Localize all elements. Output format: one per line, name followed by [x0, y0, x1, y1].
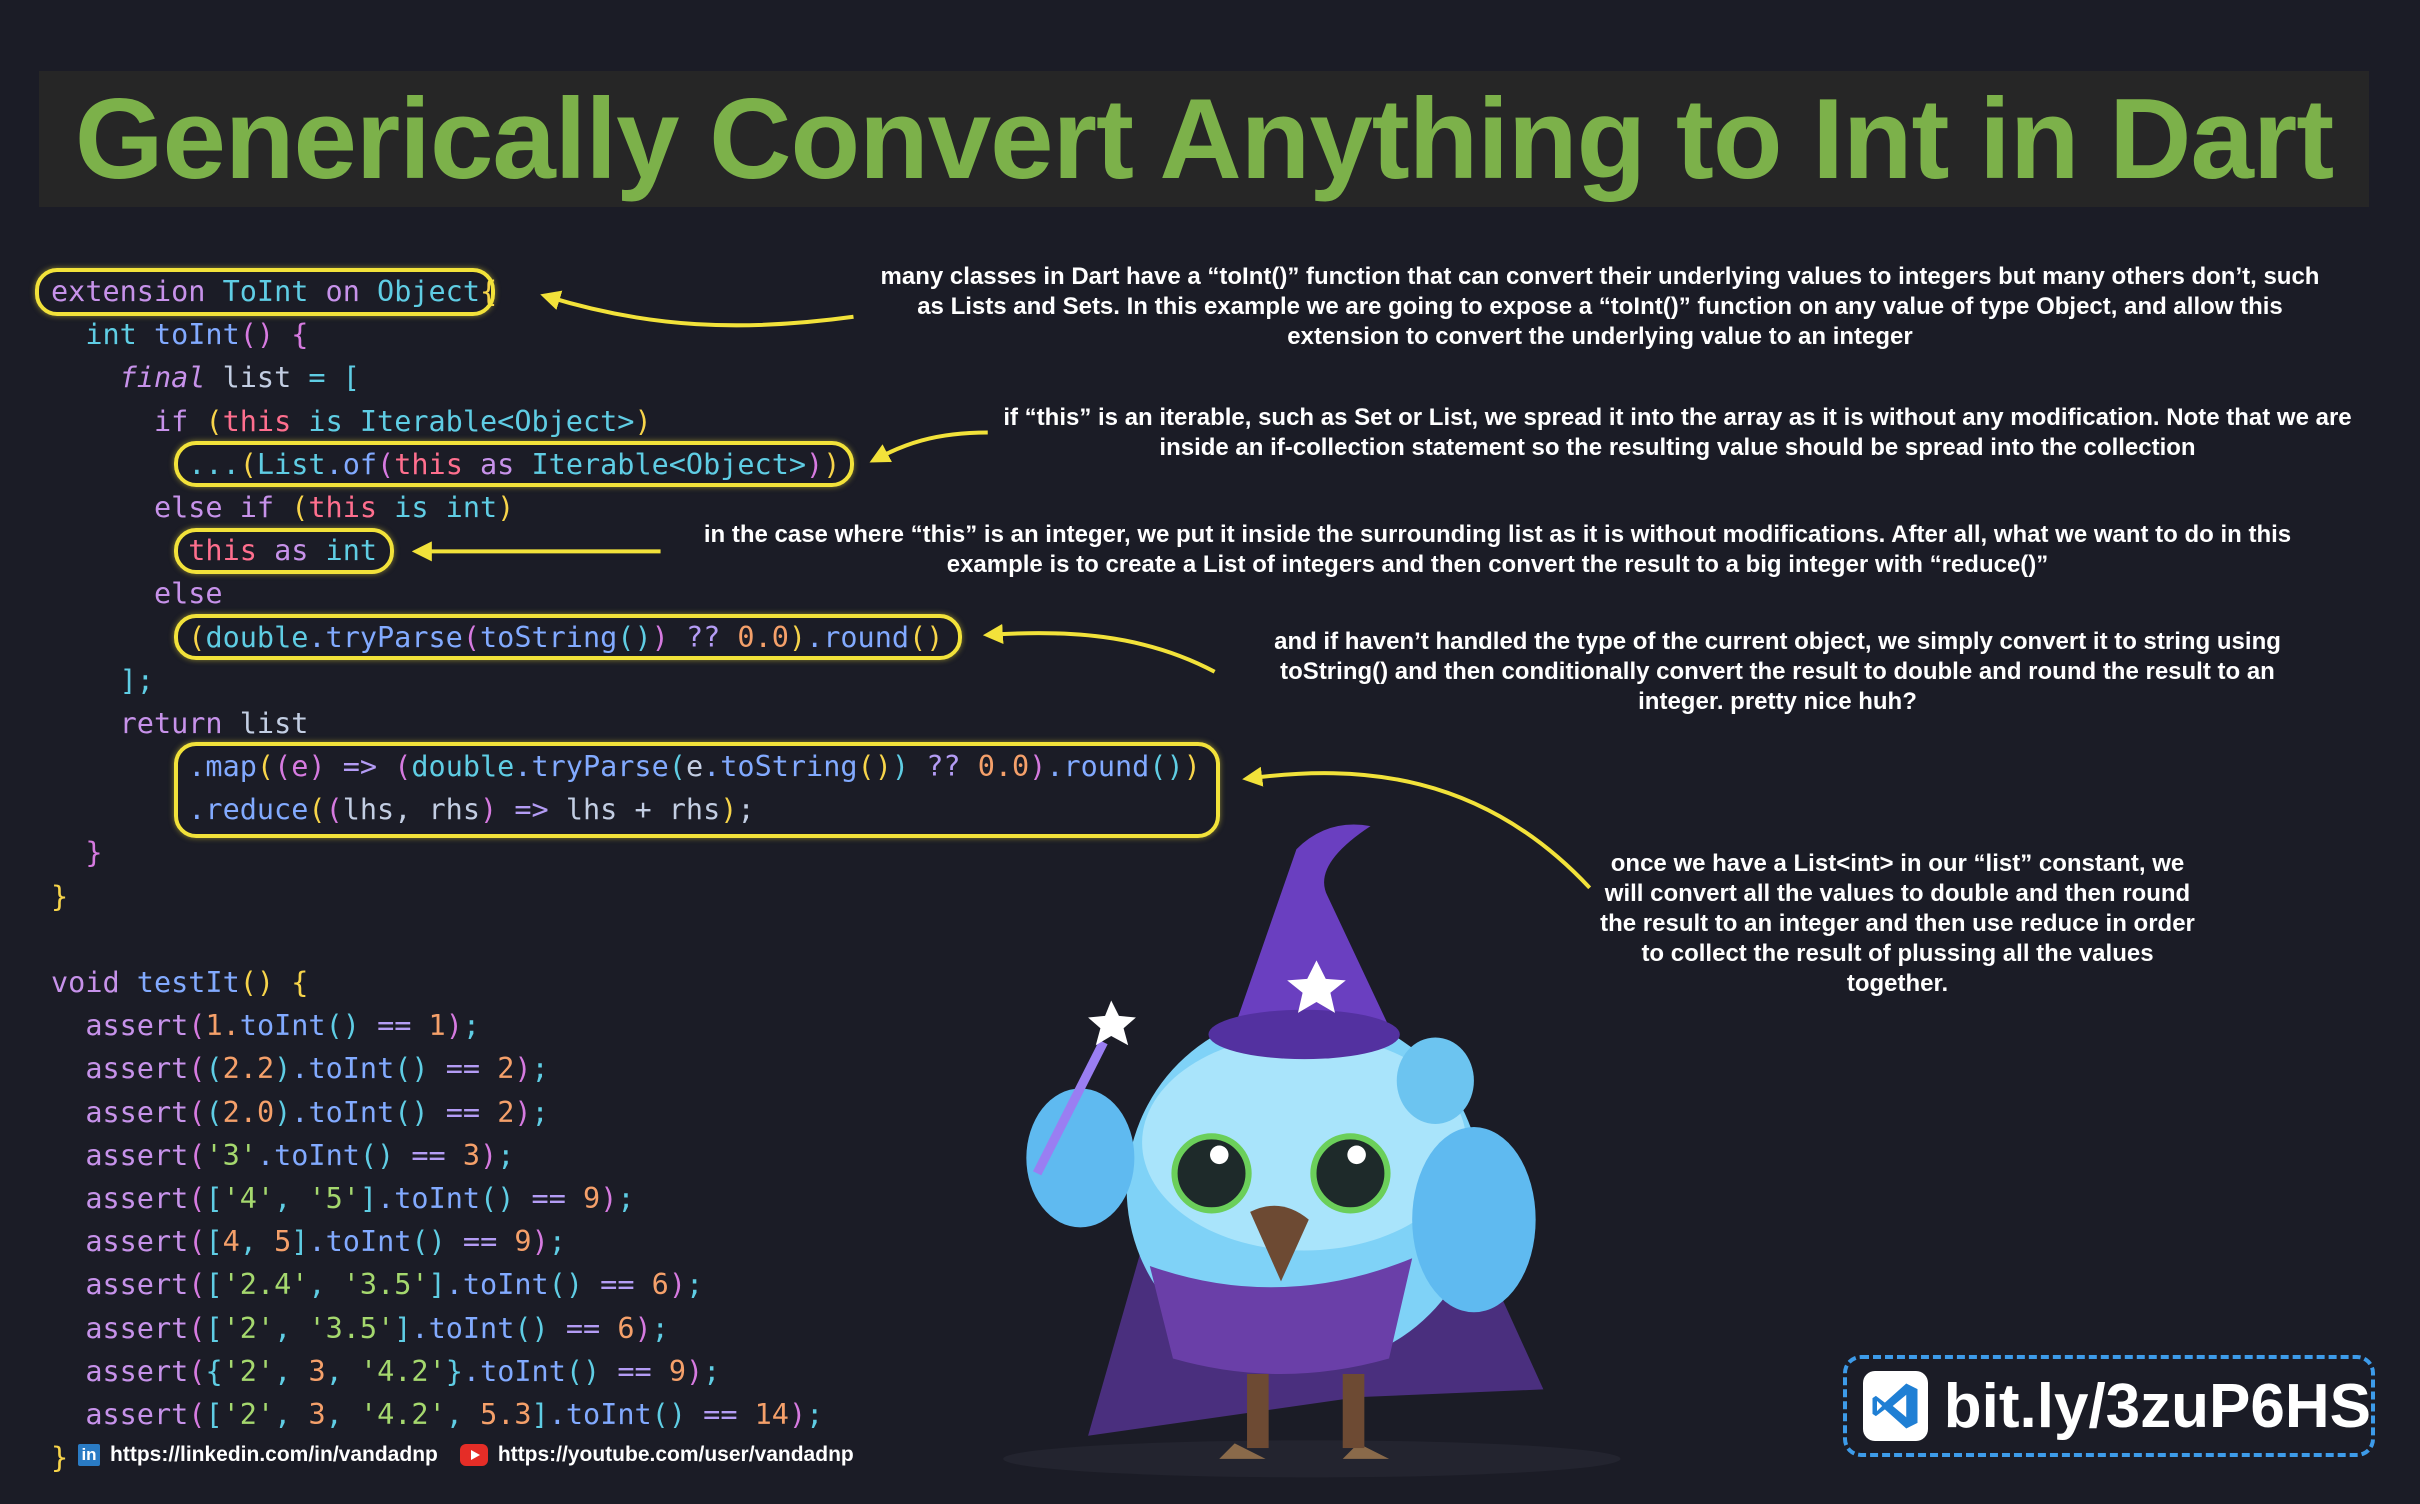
linkedin-link[interactable]: https://linkedin.com/in/vandadnp	[110, 1443, 438, 1467]
youtube-link[interactable]: https://youtube.com/user/vandadnp	[498, 1443, 854, 1467]
vscode-icon	[1863, 1371, 1928, 1441]
short-link-badge[interactable]: bit.ly/3zuP6HS	[1843, 1355, 2375, 1457]
youtube-icon	[459, 1444, 488, 1466]
wizard-owl-illustration	[1003, 824, 1621, 1478]
footer-links: in https://linkedin.com/in/vandadnp http…	[78, 1443, 854, 1467]
short-link-text[interactable]: bit.ly/3zuP6HS	[1944, 1371, 2371, 1442]
linkedin-icon: in	[78, 1444, 100, 1466]
